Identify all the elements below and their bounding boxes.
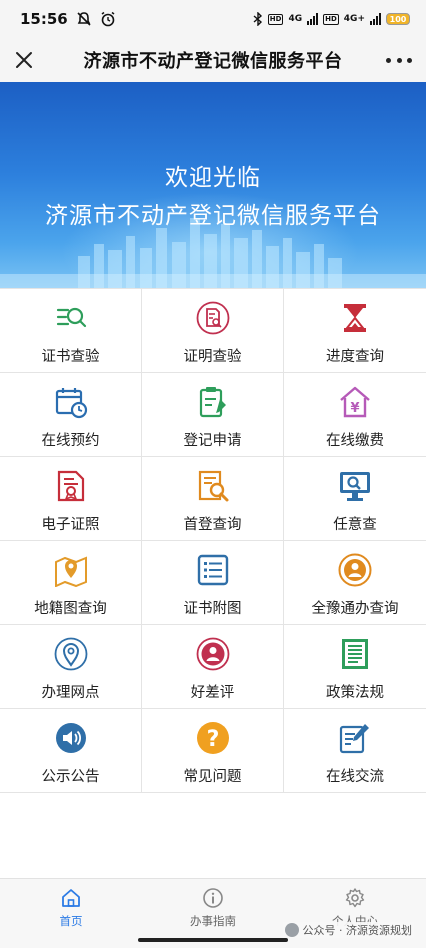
status-bar: 15:56 HD 4G HD 4G+ 100 (0, 0, 426, 38)
status-right: HD 4G HD 4G+ 100 (253, 12, 410, 26)
network-label-1: 4G (288, 14, 303, 24)
chat-edit-icon (339, 724, 369, 754)
clipboard-pen-icon (199, 387, 226, 418)
service-label: 全豫通办查询 (311, 601, 399, 617)
service-label: 证书查验 (41, 349, 100, 365)
service-faq[interactable]: ? 常见问题 (142, 709, 284, 793)
service-certificate-verify[interactable]: 证书查验 (0, 289, 142, 373)
tab-home[interactable]: 首页 (0, 879, 142, 948)
proof-check-icon (196, 301, 229, 335)
status-time: 15:56 (20, 10, 68, 28)
service-label: 证明查验 (183, 349, 242, 365)
service-label: 公示公告 (41, 769, 100, 785)
home-indicator[interactable] (138, 938, 288, 942)
battery-level: 100 (389, 14, 407, 24)
home-icon (62, 889, 80, 907)
signal-icon-1 (307, 13, 319, 25)
service-label: 登记申请 (183, 433, 242, 449)
hd-badge-1: HD (267, 13, 284, 25)
map-pin-icon (54, 556, 87, 587)
user-circle-icon (338, 553, 372, 587)
document-magnifier-icon (198, 470, 228, 502)
service-policies-regulations[interactable]: 政策法规 (284, 625, 426, 709)
service-proof-verify[interactable]: 证明查验 (142, 289, 284, 373)
list-icon (197, 554, 228, 586)
service-label: 进度查询 (326, 349, 384, 365)
service-grid: 证书查验 证明查验 进度查询 在线预约 登记申请 ¥ 在线缴费 电子证照 首登查… (0, 288, 426, 793)
house-yen-icon: ¥ (340, 386, 370, 418)
watermark: 公众号 · 济源资源规划 (282, 922, 414, 938)
service-label: 在线交流 (326, 769, 384, 785)
alarm-icon (101, 11, 115, 27)
certificate-search-icon (56, 307, 86, 328)
page-title: 济源市不动产登记微信服务平台 (83, 51, 343, 72)
service-label: 首登查询 (183, 517, 242, 533)
service-label: 常见问题 (183, 769, 242, 785)
gear-icon (345, 888, 365, 908)
welcome-banner: 欢迎光临 济源市不动产登记微信服务平台 (0, 82, 426, 288)
service-label: 在线预约 (41, 433, 100, 449)
mute-bell-icon (77, 12, 91, 26)
svg-text:¥: ¥ (350, 401, 359, 416)
service-label: 证书附图 (183, 601, 242, 617)
location-icon (54, 637, 87, 671)
title-bar: 济源市不动产登记微信服务平台 (0, 38, 426, 82)
service-label: 办理网点 (41, 685, 100, 701)
question-icon: ? (196, 722, 229, 754)
service-cadastral-map-query[interactable]: 地籍图查询 (0, 541, 142, 625)
banner-platform-name: 济源市不动产登记微信服务平台 (45, 203, 381, 229)
hd-badge-2: HD (323, 13, 339, 25)
signal-icon-2 (370, 13, 381, 25)
bluetooth-icon (253, 12, 262, 26)
banner-welcome-text: 欢迎光临 (165, 165, 261, 191)
service-service-outlets[interactable]: 办理网点 (0, 625, 142, 709)
service-label: 好差评 (190, 685, 235, 701)
e-license-icon (57, 470, 84, 502)
service-evaluation[interactable]: 好差评 (142, 625, 284, 709)
wechat-account-icon (284, 923, 299, 937)
monitor-search-icon (340, 472, 370, 501)
service-label: 任意查 (333, 517, 377, 533)
service-label: 在线缴费 (326, 433, 384, 449)
service-henan-general-query[interactable]: 全豫通办查询 (284, 541, 426, 625)
more-options-icon[interactable] (386, 48, 412, 72)
service-label: 电子证照 (41, 517, 100, 533)
watermark-text: 公众号 · 济源资源规划 (302, 924, 413, 937)
regulation-document-icon (342, 639, 368, 669)
service-label: 政策法规 (326, 685, 384, 701)
service-any-query[interactable]: 任意查 (284, 457, 426, 541)
evaluation-icon (196, 637, 229, 671)
service-public-notice[interactable]: 公示公告 (0, 709, 142, 793)
tab-home-label: 首页 (59, 914, 83, 928)
service-registration-apply[interactable]: 登记申请 (142, 373, 284, 457)
service-online-chat[interactable]: 在线交流 (284, 709, 426, 793)
svg-text:?: ? (206, 727, 219, 752)
status-left: 15:56 (20, 10, 116, 28)
hourglass-icon (344, 304, 366, 332)
close-icon[interactable] (12, 48, 36, 72)
info-icon (203, 888, 223, 908)
service-first-registration-query[interactable]: 首登查询 (142, 457, 284, 541)
service-online-payment[interactable]: ¥ 在线缴费 (284, 373, 426, 457)
service-certificate-attachment[interactable]: 证书附图 (142, 541, 284, 625)
speaker-icon (55, 723, 86, 753)
network-label-2: 4G+ (343, 14, 365, 24)
service-progress-query[interactable]: 进度查询 (284, 289, 426, 373)
calendar-clock-icon (55, 388, 87, 419)
tab-guide-label: 办事指南 (190, 914, 236, 928)
service-label: 地籍图查询 (34, 601, 107, 617)
service-online-appointment[interactable]: 在线预约 (0, 373, 142, 457)
service-e-license[interactable]: 电子证照 (0, 457, 142, 541)
battery-icon: 100 (386, 13, 410, 25)
